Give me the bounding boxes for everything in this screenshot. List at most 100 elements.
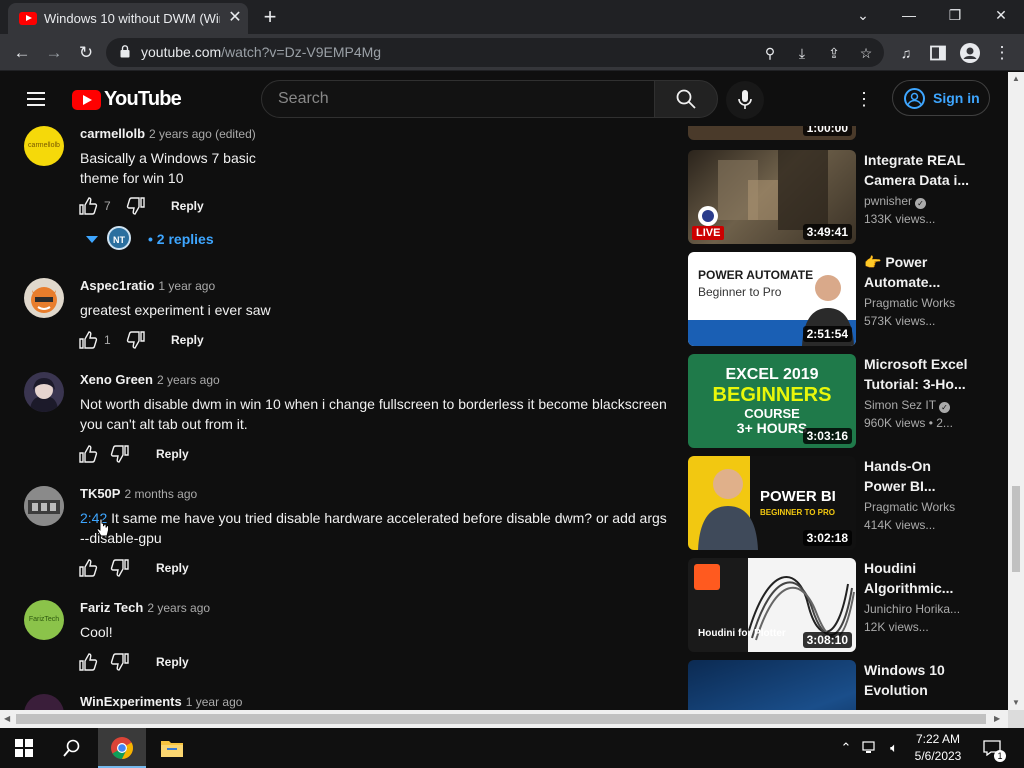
comment-time[interactable]: 1 year ago: [186, 695, 243, 709]
video-thumbnail[interactable]: Houdini for Plotter 3:08:10: [688, 558, 856, 652]
show-hidden-icons-chevron-icon[interactable]: ⌃: [836, 738, 856, 758]
vertical-scroll-thumb[interactable]: [1012, 486, 1020, 572]
video-thumbnail[interactable]: 1:00:00: [688, 126, 856, 140]
comment-author[interactable]: carmellolb 2 years ago (edited): [80, 126, 256, 141]
like-icon[interactable]: [78, 196, 98, 216]
like-icon[interactable]: [78, 444, 98, 464]
vertical-scrollbar[interactable]: ▲ ▼: [1008, 72, 1024, 710]
recommended-video[interactable]: EXCEL 2019 BEGINNERS COURSE 3+ HOURS 3:0…: [688, 354, 988, 448]
video-title[interactable]: 👉 Power Automate...: [864, 252, 974, 292]
channel-name[interactable]: Simon Sez IT ✓: [864, 398, 951, 413]
network-icon[interactable]: [860, 738, 880, 758]
recommended-video[interactable]: POWER BI BEGINNER TO PRO 3:02:18 Hands-O…: [688, 456, 988, 550]
author-name[interactable]: carmellolb: [80, 126, 145, 141]
reply-button[interactable]: Reply: [156, 561, 189, 575]
taskbar-search-button[interactable]: [48, 728, 96, 768]
reply-button[interactable]: Reply: [171, 199, 204, 213]
search-button[interactable]: [654, 80, 718, 118]
video-title[interactable]: Integrate REAL Camera Data i...: [864, 150, 974, 190]
reload-icon[interactable]: ↻: [74, 41, 98, 65]
reply-button[interactable]: Reply: [171, 333, 204, 347]
recommended-video[interactable]: POWER AUTOMATE Beginner to Pro 2:51:54 👉…: [688, 252, 988, 346]
comment-time[interactable]: 2 years ago (edited): [149, 127, 256, 141]
media-controls-icon[interactable]: ♫: [894, 41, 918, 65]
video-thumbnail[interactable]: POWER BI BEGINNER TO PRO 3:02:18: [688, 456, 856, 550]
comment-time[interactable]: 2 years ago: [147, 601, 210, 615]
comment-time[interactable]: 2 months ago: [124, 487, 197, 501]
tab-search-button[interactable]: ⌄: [840, 0, 886, 30]
taskbar-clock[interactable]: 7:22 AM 5/6/2023: [906, 731, 970, 765]
like-icon[interactable]: [78, 330, 98, 350]
install-app-icon[interactable]: ⤓: [790, 41, 814, 65]
video-title[interactable]: Houdini Algorithmic...: [864, 558, 974, 598]
volume-icon[interactable]: 🔈︎: [884, 738, 904, 758]
horizontal-scroll-thumb[interactable]: [16, 714, 986, 724]
youtube-logo[interactable]: YouTube: [72, 88, 182, 112]
dislike-icon[interactable]: [126, 330, 146, 350]
scroll-down-arrow-icon[interactable]: ▼: [1012, 698, 1020, 707]
search-input[interactable]: Search: [261, 80, 655, 118]
start-button[interactable]: [0, 728, 48, 768]
video-thumbnail[interactable]: EXCEL 2019 BEGINNERS COURSE 3+ HOURS 3:0…: [688, 354, 856, 448]
reply-button[interactable]: Reply: [156, 655, 189, 669]
video-thumbnail[interactable]: [688, 660, 856, 710]
restore-button[interactable]: ❐: [932, 0, 978, 30]
comment-author[interactable]: Fariz Tech 2 years ago: [80, 600, 210, 615]
new-tab-button[interactable]: +: [258, 5, 282, 29]
author-name[interactable]: WinExperiments: [80, 694, 182, 709]
dislike-icon[interactable]: [110, 444, 130, 464]
comment-time[interactable]: 1 year ago: [158, 279, 215, 293]
video-thumbnail[interactable]: POWER AUTOMATE Beginner to Pro 2:51:54: [688, 252, 856, 346]
comment-author[interactable]: Aspec1ratio 1 year ago: [80, 278, 215, 293]
recommended-video[interactable]: Windows 10 Evolution: [688, 660, 988, 710]
scroll-up-arrow-icon[interactable]: ▲: [1012, 74, 1020, 83]
comment-author[interactable]: Xeno Green 2 years ago: [80, 372, 220, 387]
avatar[interactable]: [24, 694, 64, 710]
video-thumbnail[interactable]: LIVE 3:49:41: [688, 150, 856, 244]
share-icon[interactable]: ⇪: [822, 41, 846, 65]
bookmark-star-icon[interactable]: ☆: [854, 41, 878, 65]
author-name[interactable]: Fariz Tech: [80, 600, 143, 615]
avatar[interactable]: FarizTech: [24, 600, 64, 640]
taskbar-chrome-app[interactable]: [98, 728, 146, 768]
profile-icon[interactable]: [958, 41, 982, 65]
channel-name-text[interactable]: Simon Sez IT: [864, 398, 936, 412]
avatar[interactable]: [24, 372, 64, 412]
hamburger-menu-icon[interactable]: [24, 88, 48, 110]
reply-button[interactable]: Reply: [156, 447, 189, 461]
author-name[interactable]: TK50P: [80, 486, 120, 501]
settings-kebab-icon[interactable]: ⋮: [852, 87, 876, 111]
comment-time[interactable]: 2 years ago: [157, 373, 220, 387]
voice-search-button[interactable]: [726, 81, 764, 119]
video-title[interactable]: Windows 10 Evolution: [864, 660, 974, 700]
recommended-video[interactable]: LIVE 3:49:41 Integrate REAL Camera Data …: [688, 150, 988, 244]
forward-icon[interactable]: →: [42, 41, 66, 65]
dislike-icon[interactable]: [126, 196, 146, 216]
minimize-button[interactable]: —: [886, 0, 932, 30]
author-name[interactable]: Aspec1ratio: [80, 278, 154, 293]
channel-name[interactable]: Pragmatic Works: [864, 296, 955, 310]
channel-name[interactable]: Pragmatic Works: [864, 500, 955, 514]
zoom-search-icon[interactable]: ⚲: [758, 41, 782, 65]
channel-name[interactable]: pwnisher ✓: [864, 194, 927, 209]
dislike-icon[interactable]: [110, 652, 130, 672]
video-title[interactable]: Hands-On Power BI...: [864, 456, 974, 496]
dislike-icon[interactable]: [110, 558, 130, 578]
chrome-menu-icon[interactable]: ⋮: [990, 41, 1014, 65]
channel-name[interactable]: Junichiro Horika...: [864, 602, 960, 616]
recommended-video[interactable]: Houdini for Plotter 3:08:10 Houdini Algo…: [688, 558, 988, 652]
author-name[interactable]: Xeno Green: [80, 372, 153, 387]
video-title[interactable]: Microsoft Excel Tutorial: 3-Ho...: [864, 354, 974, 394]
tab-close-icon[interactable]: ✕: [226, 8, 244, 28]
comment-author[interactable]: WinExperiments 1 year ago: [80, 694, 242, 709]
comment-author[interactable]: TK50P 2 months ago: [80, 486, 197, 501]
close-window-button[interactable]: ✕: [978, 0, 1024, 30]
channel-name-text[interactable]: pwnisher: [864, 194, 912, 208]
taskbar-file-explorer-app[interactable]: [148, 728, 196, 768]
scroll-left-arrow-icon[interactable]: ◀: [4, 714, 10, 723]
avatar[interactable]: [24, 486, 64, 526]
back-icon[interactable]: ←: [10, 41, 34, 65]
side-panel-icon[interactable]: [926, 41, 950, 65]
scroll-right-arrow-icon[interactable]: ▶: [994, 714, 1000, 723]
like-icon[interactable]: [78, 652, 98, 672]
